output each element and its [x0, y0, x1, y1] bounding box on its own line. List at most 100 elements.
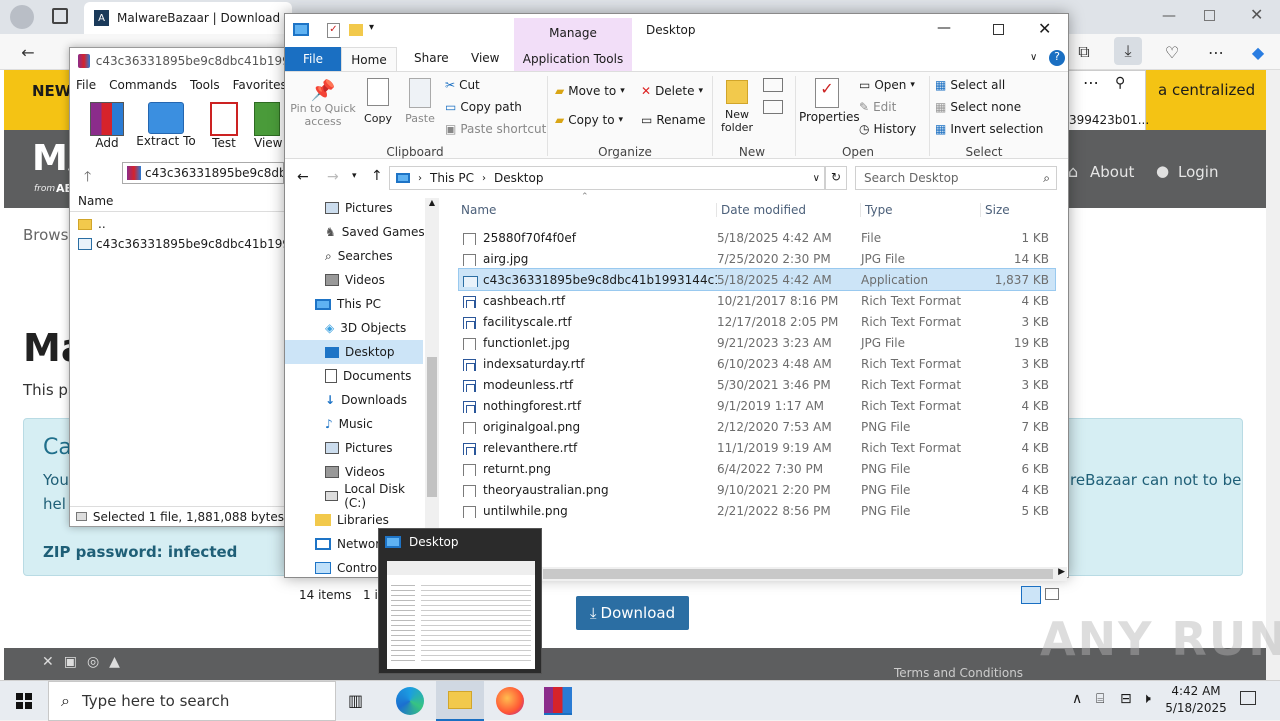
- nav-item-saved-games[interactable]: ♞ Saved Games: [285, 220, 425, 244]
- tab-share[interactable]: Share: [414, 51, 449, 65]
- winrar-menu-file[interactable]: File: [76, 78, 96, 92]
- winrar-path-box[interactable]: c43c36331895be9c8dbc41: [122, 162, 284, 184]
- network-tray-icon[interactable]: ⌸: [1096, 691, 1104, 707]
- new-folder-quick-icon[interactable]: [349, 24, 363, 36]
- tray-chevron-icon[interactable]: ∧: [1072, 691, 1082, 707]
- breadcrumb-desktop[interactable]: Desktop: [494, 171, 544, 185]
- address-bar[interactable]: › This PC › Desktop ∨: [389, 166, 825, 190]
- forward-icon[interactable]: →: [327, 169, 339, 185]
- footer-social-icons[interactable]: ✕▣◎▲: [42, 654, 130, 670]
- copy-button[interactable]: Copy: [359, 78, 397, 125]
- table-row[interactable]: airg.jpg 7/25/2020 2:30 PM JPG File 14 KB: [459, 248, 1055, 269]
- winrar-menu-favorites[interactable]: Favorites: [233, 78, 287, 92]
- winrar-view-button[interactable]: View: [254, 102, 284, 150]
- list-item[interactable]: c43c36331895be9c8dbc41b1993144c: [74, 234, 284, 254]
- large-icons-view-icon[interactable]: [1045, 588, 1059, 600]
- navigation-scroll-thumb[interactable]: [427, 357, 437, 497]
- history-button[interactable]: ◷ History: [859, 122, 916, 136]
- table-row[interactable]: originalgoal.png 2/12/2020 7:53 AM PNG Fil…: [459, 416, 1055, 437]
- details-view-icon[interactable]: [1021, 586, 1041, 604]
- close-icon[interactable]: ✕: [1038, 19, 1051, 38]
- select-all-button[interactable]: ▦ Select all: [935, 78, 1005, 92]
- more-icon[interactable]: ⋯: [1083, 73, 1099, 92]
- edit-button[interactable]: ✎ Edit: [859, 100, 896, 114]
- refresh-icon[interactable]: ↻: [825, 166, 847, 190]
- delete-button[interactable]: ✕ Delete ▾: [641, 84, 703, 98]
- taskbar-search-box[interactable]: ⌕ Type here to search: [48, 681, 336, 721]
- table-row[interactable]: functionlet.jpg 9/21/2023 3:23 AM JPG File…: [459, 332, 1055, 353]
- nav-item-local-disk[interactable]: Local Disk (C:): [285, 482, 425, 510]
- invert-selection-button[interactable]: ▦ Invert selection: [935, 122, 1043, 136]
- explorer-taskbar-button[interactable]: [436, 681, 484, 721]
- winrar-add-button[interactable]: Add: [84, 102, 130, 150]
- nav-login[interactable]: Login: [1178, 163, 1218, 181]
- task-view-button[interactable]: ▥: [348, 691, 363, 710]
- notification-icon[interactable]: [1240, 691, 1256, 705]
- column-size[interactable]: Size: [981, 203, 1055, 217]
- up-icon[interactable]: ↑: [371, 168, 383, 184]
- column-date-modified[interactable]: Date modified: [717, 203, 861, 217]
- search-box[interactable]: Search Desktop ⌕: [855, 166, 1057, 190]
- explorer-titlebar[interactable]: ✓ ▾ Manage Desktop — ✕: [285, 14, 1068, 47]
- table-row[interactable]: untilwhile.png 2/21/2022 8:56 PM PNG File 5…: [459, 500, 1055, 521]
- horizontal-scroll-thumb[interactable]: [543, 569, 1053, 579]
- tab-actions-icon[interactable]: [52, 8, 68, 24]
- firefox-taskbar-button[interactable]: [496, 687, 524, 715]
- column-name[interactable]: Name: [459, 203, 717, 217]
- open-button[interactable]: ▭ Open ▾: [859, 78, 915, 92]
- performance-icon[interactable]: ♡: [1158, 38, 1186, 66]
- winrar-titlebar[interactable]: c43c36331895be9c8dbc41b1993144: [70, 48, 284, 74]
- download-button[interactable]: ⤓ Download: [576, 596, 689, 630]
- restore-icon[interactable]: [1204, 10, 1215, 21]
- scroll-up-icon[interactable]: ▲: [425, 198, 439, 207]
- navigation-scrollbar[interactable]: ▲: [425, 198, 439, 584]
- copy-to-button[interactable]: ▰ Copy to ▾: [555, 113, 623, 127]
- back-arrow-icon[interactable]: ←: [14, 38, 42, 66]
- breadcrumb-this-pc[interactable]: This PC: [430, 171, 474, 185]
- nav-item-pictures-pc[interactable]: Pictures: [285, 436, 425, 460]
- table-row[interactable]: c43c36331895be9c8dbc41b1993144c1395...5/…: [458, 268, 1056, 291]
- new-folder-button[interactable]: New folder: [717, 80, 757, 134]
- copy-path-button[interactable]: ▭ Copy path: [445, 100, 522, 114]
- more-menu-icon[interactable]: ⋯: [1202, 38, 1230, 66]
- address-dropdown-icon[interactable]: ∨: [813, 173, 820, 184]
- table-row[interactable]: 25880f70f4f0ef 5/18/2025 4:42 AM File 1 KB: [459, 227, 1055, 248]
- new-item-icon[interactable]: [763, 78, 783, 92]
- browser-tab-active[interactable]: A MalwareBazaar | Download ma: [84, 2, 292, 34]
- taskbar-thumbnail-preview[interactable]: Desktop: [378, 528, 542, 674]
- horizontal-scrollbar[interactable]: ▶: [459, 567, 1067, 581]
- tab-view[interactable]: View: [471, 51, 499, 65]
- nav-item-this-pc[interactable]: This PC: [285, 292, 425, 316]
- nav-about[interactable]: About: [1090, 163, 1134, 181]
- download-item-name[interactable]: 399423b01...: [1069, 113, 1149, 127]
- winrar-up-button[interactable]: 🡑: [84, 166, 91, 190]
- nav-item-desktop[interactable]: Desktop: [285, 340, 423, 364]
- tab-home[interactable]: Home: [341, 47, 397, 72]
- paste-button[interactable]: Paste: [401, 78, 439, 125]
- help-icon[interactable]: ?: [1049, 50, 1065, 66]
- qat-dropdown-icon[interactable]: ▾: [369, 22, 374, 33]
- volume-icon[interactable]: 🕨: [1142, 691, 1151, 707]
- nav-item-searches[interactable]: ⌕ Searches: [285, 244, 425, 268]
- download-icon[interactable]: ⤓: [1114, 37, 1142, 65]
- column-type[interactable]: Type: [861, 203, 981, 217]
- nav-item-music[interactable]: ♪ Music: [285, 412, 425, 436]
- back-icon[interactable]: ←: [297, 169, 309, 185]
- properties-quick-icon[interactable]: ✓: [327, 23, 340, 38]
- table-row[interactable]: cashbeach.rtf 10/21/2017 8:16 PM Rich Text…: [459, 290, 1055, 311]
- scroll-right-icon[interactable]: ▶: [1058, 567, 1065, 577]
- profile-avatar[interactable]: [10, 5, 34, 29]
- page-scrollbar[interactable]: [1266, 70, 1280, 680]
- easy-access-icon[interactable]: [763, 100, 783, 114]
- table-row[interactable]: modeunless.rtf 5/30/2021 3:46 PM Rich Text…: [459, 374, 1055, 395]
- clock[interactable]: 4:42 AM 5/18/2025: [1164, 683, 1228, 717]
- table-row[interactable]: returnt.png 6/4/2022 7:30 PM PNG File 6 KB: [459, 458, 1055, 479]
- winrar-menu-tools[interactable]: Tools: [190, 78, 220, 92]
- tab-application-tools[interactable]: Application Tools: [514, 47, 632, 71]
- nav-item-videos[interactable]: Videos: [285, 268, 425, 292]
- minimize-icon[interactable]: —: [1162, 8, 1176, 24]
- nav-item-pictures[interactable]: Pictures: [285, 196, 425, 220]
- table-row[interactable]: nothingforest.rtf 9/1/2019 1:17 AM Rich Te…: [459, 395, 1055, 416]
- table-row[interactable]: facilityscale.rtf 12/17/2018 2:05 PM Rich …: [459, 311, 1055, 332]
- nav-item-downloads[interactable]: ↓ Downloads: [285, 388, 425, 412]
